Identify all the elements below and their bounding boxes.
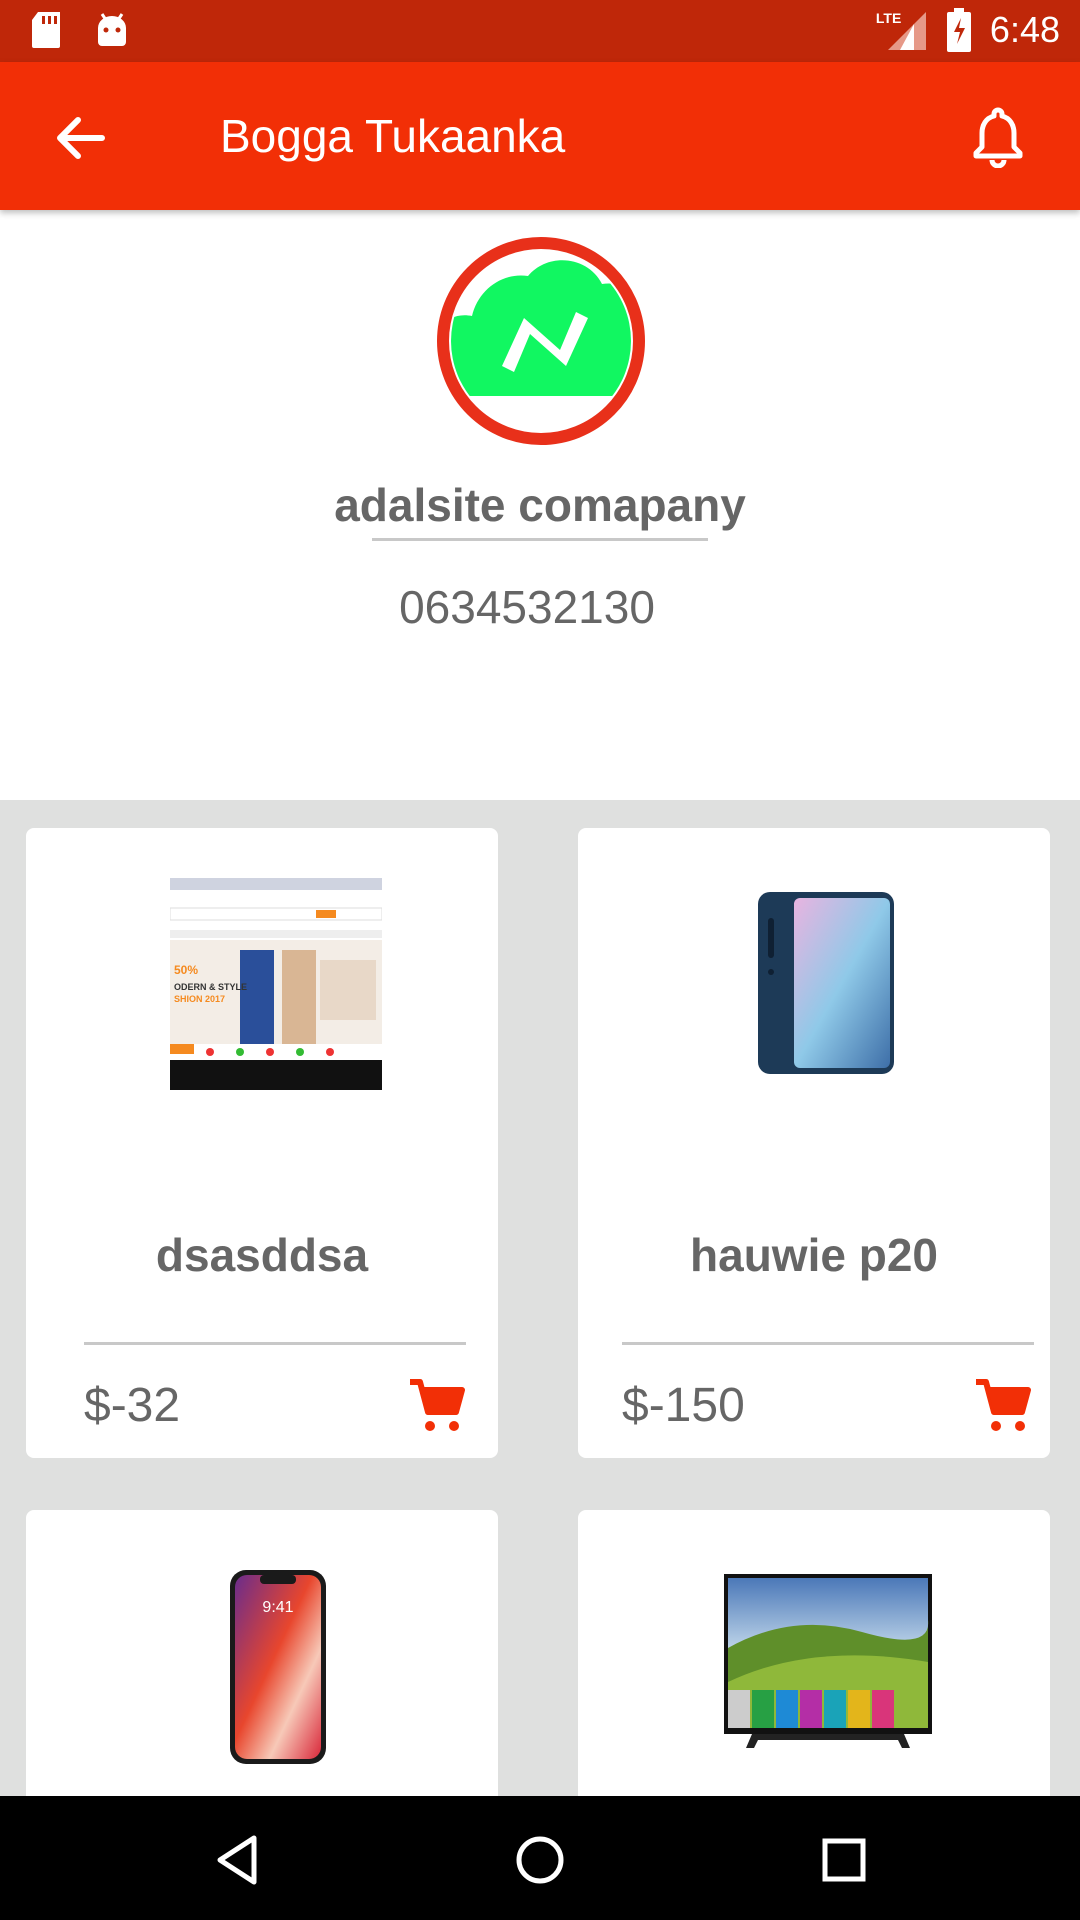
clock: 6:48 xyxy=(989,9,1060,50)
back-triangle-icon[interactable] xyxy=(210,1832,266,1888)
product-card[interactable]: hauwie p20 $-150 xyxy=(578,828,1050,1458)
product-image: 9:41 xyxy=(230,1570,326,1764)
card-divider xyxy=(622,1342,1034,1345)
svg-text:50%: 50% xyxy=(174,963,198,977)
cart-icon[interactable] xyxy=(974,1378,1032,1434)
product-image xyxy=(758,892,894,1074)
iphone-time: 9:41 xyxy=(262,1599,293,1616)
cart-icon[interactable] xyxy=(408,1378,466,1434)
svg-text:ODERN & STYLE: ODERN & STYLE xyxy=(174,982,247,992)
navigation-bar xyxy=(0,1796,1080,1920)
profile-section: adalsite comapany 0634532130 xyxy=(0,210,1080,800)
product-card[interactable]: 50% ODERN & STYLE SHION 2017 dsasddsa $-… xyxy=(26,828,498,1458)
home-circle-icon[interactable] xyxy=(512,1832,568,1888)
company-name: adalsite comapany xyxy=(334,479,746,531)
product-grid: 50% ODERN & STYLE SHION 2017 dsasddsa $-… xyxy=(0,800,1080,1796)
product-card[interactable]: 9:41 xyxy=(26,1510,498,1796)
product-card[interactable] xyxy=(578,1510,1050,1796)
arrow-back-icon[interactable] xyxy=(52,110,108,166)
app-bar: Bogga Tukaanka xyxy=(0,62,1080,210)
bell-icon[interactable] xyxy=(968,104,1028,168)
name-divider xyxy=(372,538,708,541)
page-title: Bogga Tukaanka xyxy=(220,110,566,162)
product-price: $-32 xyxy=(84,1379,181,1432)
phone-number[interactable]: 0634532130 xyxy=(0,580,1054,634)
product-price: $-150 xyxy=(622,1379,745,1432)
recents-square-icon[interactable] xyxy=(816,1832,872,1888)
product-name: dsasddsa xyxy=(155,1229,369,1281)
network-type-label: LTE xyxy=(875,10,902,26)
product-name: hauwie p20 xyxy=(690,1229,938,1281)
product-image: 50% ODERN & STYLE SHION 2017 xyxy=(170,878,382,1090)
android-icon xyxy=(98,13,126,46)
company-logo xyxy=(437,237,645,445)
sd-card-icon xyxy=(32,12,60,48)
battery-charging-icon xyxy=(946,8,971,52)
card-divider xyxy=(84,1342,466,1345)
status-bar: LTE 6:48 xyxy=(0,0,1080,62)
svg-text:SHION 2017: SHION 2017 xyxy=(174,994,225,1004)
product-image xyxy=(724,1574,932,1748)
